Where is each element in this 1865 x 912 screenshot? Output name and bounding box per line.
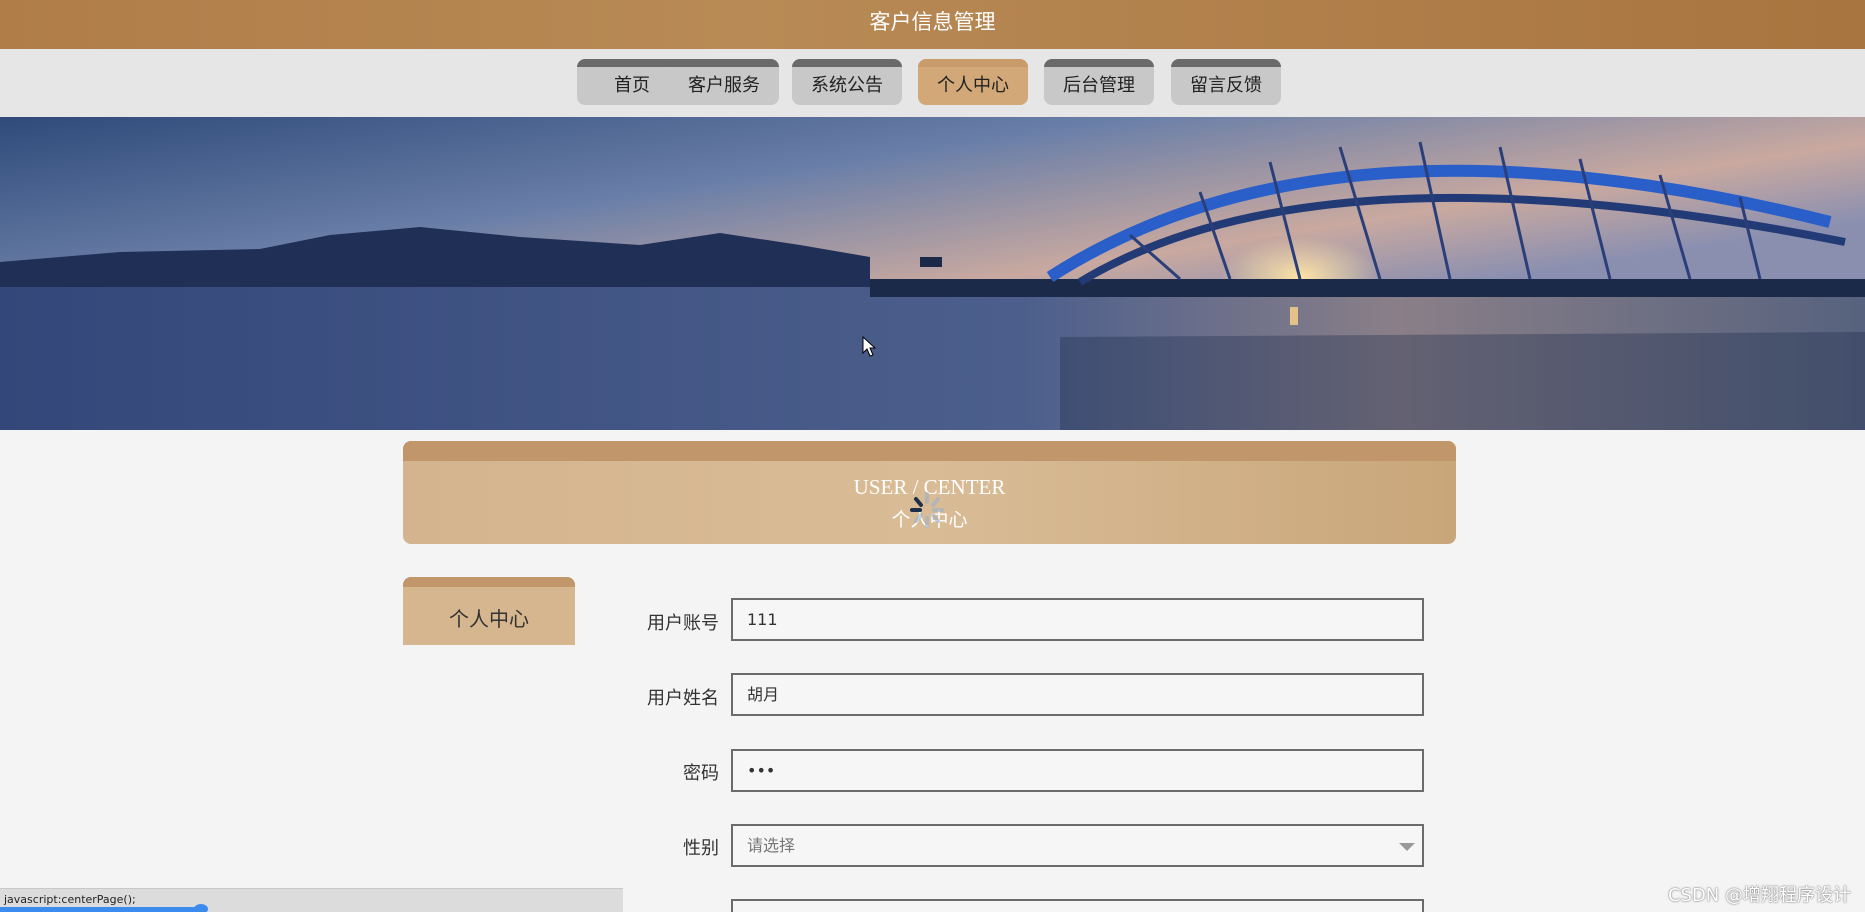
status-progress-handle [194,904,208,912]
banner-image [0,117,1865,430]
name-label: 用户姓名 [647,688,719,709]
nav-item-feedback[interactable]: 留言反馈 [1171,59,1281,105]
nav-item-user-center[interactable]: 个人中心 [918,59,1028,105]
bridge-landscape-image [0,117,1865,430]
sidebar-tab-strip [403,577,575,587]
name-field[interactable]: 胡月 [731,673,1424,716]
password-label: 密码 [683,763,719,784]
gender-label: 性别 [683,838,719,859]
password-field[interactable]: ••• [731,749,1424,792]
main-nav: 首页 客户服务 系统公告 个人中心 后台管理 留言反馈 [0,49,1865,117]
status-progress-bar [0,907,200,912]
sidebar-tab-label: 个人中心 [449,607,529,631]
mouse-pointer-icon [862,336,876,357]
loading-spinner-icon [910,492,944,528]
site-title: 客户信息管理 [869,10,996,34]
nav-item-admin[interactable]: 后台管理 [1044,59,1154,105]
chevron-down-icon [1399,843,1415,851]
next-field-partial[interactable] [731,899,1424,912]
account-field[interactable]: 111 [731,598,1424,641]
site-header: 客户信息管理 [0,0,1865,49]
title-card-strip [403,441,1456,461]
account-label: 用户账号 [647,613,719,634]
gender-select[interactable]: 请选择 [731,824,1424,867]
sidebar-tab-user-center[interactable]: 个人中心 [403,577,575,645]
nav-item-announcements[interactable]: 系统公告 [792,59,902,105]
watermark-text: CSDN @增翔程序设计 [1667,885,1851,906]
nav-item-customer-service[interactable]: 客户服务 [669,59,779,105]
